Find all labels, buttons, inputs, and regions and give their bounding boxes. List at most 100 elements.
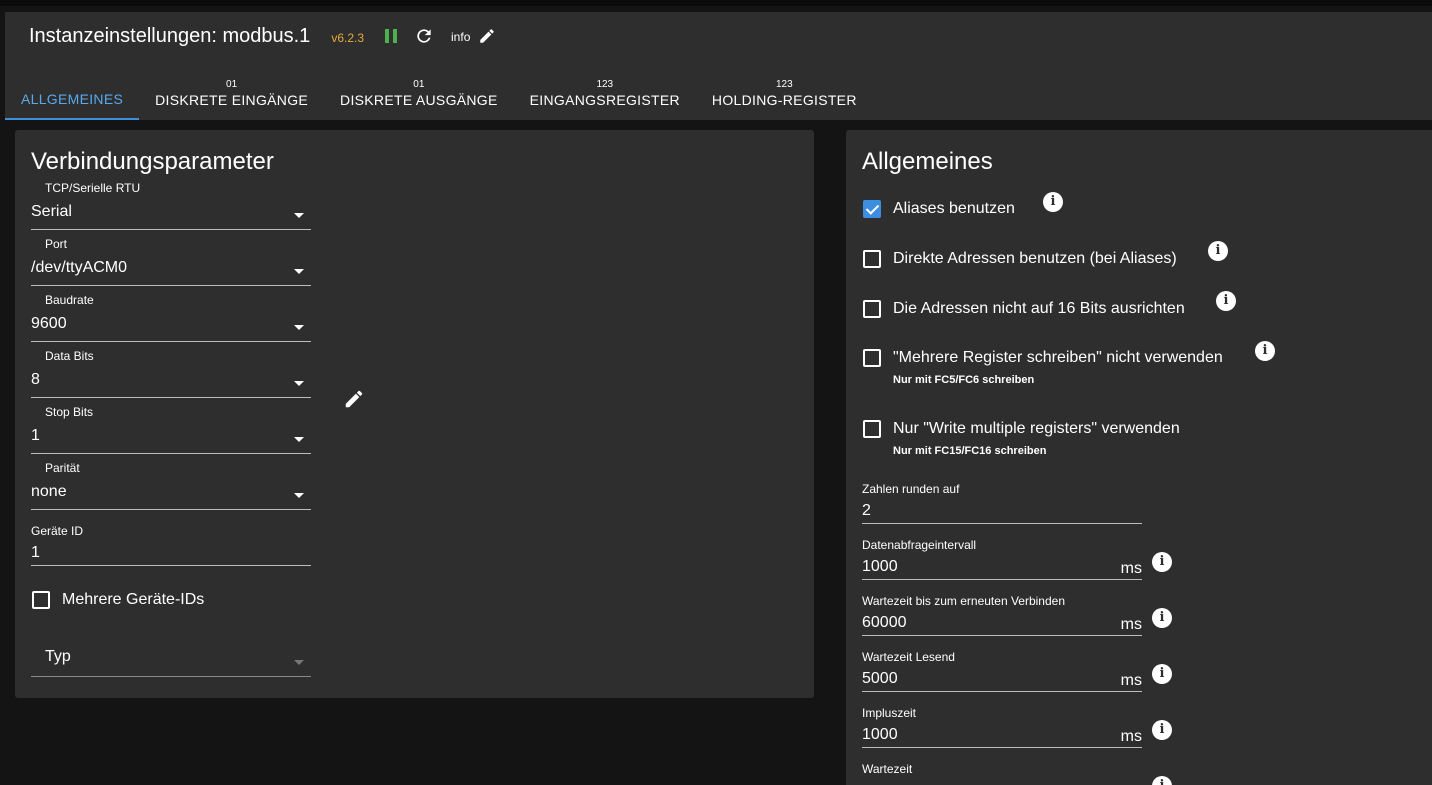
info-icon[interactable]: i [1152, 720, 1172, 740]
field-value: 8 [31, 371, 40, 388]
info-icon[interactable]: i [1043, 192, 1063, 212]
reload-icon[interactable] [414, 26, 434, 46]
field-underline [862, 747, 1142, 748]
dropdown-arrow-icon [294, 437, 304, 442]
unit-suffix: ms [1120, 728, 1142, 745]
use-aliases-checkbox[interactable]: Aliases benutzen [863, 200, 1015, 218]
tab-eingangsregister[interactable]: 123 EINGANGSREGISTER [514, 60, 696, 120]
version-badge: v6.2.3 [331, 30, 365, 45]
connection-heading: Verbindungsparameter [31, 148, 274, 175]
dropdown-arrow-icon [294, 213, 304, 218]
field-underline [31, 509, 311, 510]
pause-icon[interactable] [384, 28, 398, 44]
field-value: 1 [31, 427, 40, 444]
field-value: 2 [862, 502, 871, 519]
no-multiple-registers-checkbox[interactable]: "Mehrere Register schreiben" nicht verwe… [863, 349, 1223, 367]
field-value: 1000 [862, 726, 898, 743]
tab-holding-register[interactable]: 123 HOLDING-REGISTER [696, 60, 873, 120]
pencil-icon[interactable] [343, 388, 365, 415]
info-icon[interactable]: i [1152, 608, 1172, 628]
tab-label: EINGANGSREGISTER [529, 91, 680, 108]
field-label: Impluszeit [862, 706, 917, 720]
field-underline [862, 635, 1142, 636]
binary-icon: 01 [413, 78, 425, 90]
checkbox-hint: Nur mit FC15/FC16 schreiben [893, 445, 1047, 457]
checkbox-label: Mehrere Geräte-IDs [62, 591, 205, 608]
field-underline [862, 691, 1142, 692]
instance-settings-header: Instanzeinstellungen: modbus.1 v6.2.3 in… [5, 12, 1432, 60]
tab-label: ALLGEMEINES [21, 90, 124, 107]
field-underline [862, 523, 1142, 524]
info-icon[interactable]: i [1152, 776, 1172, 785]
field-label: TCP/Serielle RTU [45, 181, 141, 195]
field-underline [31, 453, 311, 454]
multiple-device-ids-checkbox[interactable]: Mehrere Geräte-IDs [32, 591, 204, 609]
checkbox-label: Die Adressen nicht auf 16 Bits ausrichte… [893, 300, 1185, 317]
dropdown-arrow-icon [294, 493, 304, 498]
tab-label: DISKRETE EINGÄNGE [155, 91, 309, 108]
checkbox-label: Nur "Write multiple registers" verwenden [893, 420, 1180, 437]
field-value: 9600 [31, 315, 67, 332]
field-label: Wartezeit bis zum erneuten Verbinden [862, 594, 1065, 608]
field-underline [31, 229, 311, 230]
field-label: Stop Bits [45, 405, 94, 419]
pencil-icon[interactable] [478, 27, 496, 45]
checkbox-label: "Mehrere Register schreiben" nicht verwe… [893, 349, 1223, 366]
direct-addresses-checkbox[interactable]: Direkte Adressen benutzen (bei Aliases) [863, 250, 1177, 268]
field-label: Data Bits [45, 349, 94, 363]
field-label: Wartezeit Lesend [862, 650, 955, 664]
field-underline [31, 285, 311, 286]
only-multiple-registers-checkbox[interactable]: Nur "Write multiple registers" verwenden [863, 420, 1180, 438]
field-underline [31, 565, 311, 566]
dropdown-arrow-icon [294, 381, 304, 386]
info-icon[interactable]: i [1152, 664, 1172, 684]
checkbox-box[interactable] [863, 300, 881, 318]
checkbox-box[interactable] [863, 200, 881, 218]
no-16bit-align-checkbox[interactable]: Die Adressen nicht auf 16 Bits ausrichte… [863, 300, 1185, 318]
field-underline [31, 397, 311, 398]
checkbox-box[interactable] [863, 349, 881, 367]
general-panel: Allgemeines Aliases benutzen i Direkte A… [846, 130, 1432, 785]
info-icon[interactable]: i [1255, 341, 1275, 361]
checkbox-box[interactable] [863, 250, 881, 268]
numeric-icon: 123 [775, 78, 793, 90]
dropdown-arrow-icon [294, 269, 304, 274]
field-label: Zahlen runden auf [862, 482, 960, 496]
field-placeholder: Typ [45, 648, 71, 665]
tab-diskrete-ausgaenge[interactable]: 01 DISKRETE AUSGÄNGE [324, 60, 514, 120]
field-value: 60000 [862, 614, 907, 631]
checkbox-box[interactable] [32, 591, 50, 609]
field-label: Datenabfrageintervall [862, 538, 977, 552]
info-icon[interactable]: i [1208, 241, 1228, 261]
field-underline [31, 676, 311, 677]
general-heading: Allgemeines [862, 148, 993, 175]
page-title: Instanzeinstellungen: modbus.1 [29, 24, 311, 47]
dropdown-arrow-icon [294, 325, 304, 330]
info-icon[interactable]: i [1152, 552, 1172, 572]
field-label: Port [45, 237, 68, 251]
tab-diskrete-eingaenge[interactable]: 01 DISKRETE EINGÄNGE [139, 60, 324, 120]
tab-label: DISKRETE AUSGÄNGE [340, 91, 498, 108]
tab-allgemeines[interactable]: ALLGEMEINES [5, 60, 140, 120]
numeric-icon: 123 [596, 78, 614, 90]
field-value: none [31, 483, 67, 500]
connection-panel: Verbindungsparameter TCP/Serielle RTU Se… [15, 130, 814, 698]
unit-suffix: ms [1120, 616, 1142, 633]
field-label: Geräte ID [31, 524, 84, 538]
unit-suffix: ms [1120, 672, 1142, 689]
info-icon[interactable]: i [1216, 291, 1236, 311]
binary-icon: 01 [226, 78, 238, 90]
field-label: Baudrate [45, 293, 94, 307]
field-value: Serial [31, 203, 72, 220]
unit-suffix: ms [1120, 560, 1142, 577]
field-label: Wartezeit [862, 762, 913, 776]
field-value: 1000 [862, 558, 898, 575]
window-top-strip [0, 0, 1432, 6]
checkbox-label: Direkte Adressen benutzen (bei Aliases) [893, 250, 1177, 267]
info-label[interactable]: info [451, 30, 470, 44]
field-value: 5000 [862, 670, 898, 687]
checkbox-box[interactable] [863, 420, 881, 438]
field-value: 1 [31, 544, 40, 561]
field-label: Parität [45, 461, 80, 475]
checkbox-hint: Nur mit FC5/FC6 schreiben [893, 374, 1035, 386]
